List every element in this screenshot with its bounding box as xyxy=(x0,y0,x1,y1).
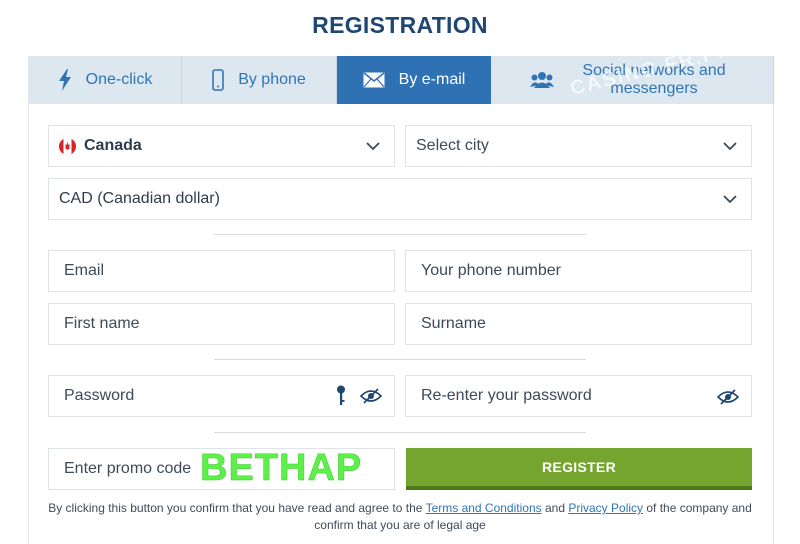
divider xyxy=(214,432,586,433)
password-field[interactable]: Password xyxy=(48,375,395,417)
email-field[interactable]: Email xyxy=(48,250,395,292)
tab-by-phone[interactable]: By phone xyxy=(182,56,337,104)
email-placeholder: Email xyxy=(64,262,105,279)
key-icon[interactable] xyxy=(336,385,346,407)
phone-placeholder: Your phone number xyxy=(421,262,561,279)
tab-one-click[interactable]: One-click xyxy=(29,56,182,104)
surname-placeholder: Surname xyxy=(421,315,486,332)
currency-value: CAD (Canadian dollar) xyxy=(59,190,220,207)
first-name-field[interactable]: First name xyxy=(48,303,395,345)
registration-tabs: One-click By phone By e-mail Social netw… xyxy=(29,34,774,104)
tab-by-email[interactable]: By e-mail xyxy=(337,56,491,104)
legal-notice: By clicking this button you confirm that… xyxy=(40,500,760,534)
promo-code-value: BETHAP xyxy=(200,447,363,490)
promo-placeholder: Enter promo code xyxy=(64,460,192,477)
password-placeholder: Password xyxy=(64,387,135,404)
page-title: REGISTRATION xyxy=(312,12,488,38)
eye-slash-icon[interactable] xyxy=(717,389,739,405)
first-name-placeholder: First name xyxy=(64,315,140,332)
privacy-policy-link[interactable]: Privacy Policy xyxy=(568,501,643,515)
reenter-password-field[interactable]: Re-enter your password xyxy=(405,375,752,417)
tab-label: One-click xyxy=(85,71,153,88)
chevron-down-icon xyxy=(366,139,380,158)
phone-icon xyxy=(212,69,224,91)
currency-select[interactable]: CAD (Canadian dollar) xyxy=(48,178,752,220)
legal-prefix: By clicking this button you confirm that… xyxy=(48,501,423,515)
envelope-icon xyxy=(363,72,385,88)
divider xyxy=(214,234,586,235)
reenter-password-placeholder: Re-enter your password xyxy=(421,387,592,404)
terms-link[interactable]: Terms and Conditions xyxy=(426,501,542,515)
canada-flag-icon xyxy=(59,137,76,155)
users-icon xyxy=(530,71,554,89)
country-value: Canada xyxy=(84,137,142,154)
phone-field[interactable]: Your phone number xyxy=(405,250,752,292)
legal-and: and xyxy=(544,501,565,515)
divider xyxy=(214,359,586,360)
country-select[interactable]: Canada xyxy=(48,125,395,167)
lightning-icon xyxy=(58,69,72,91)
chevron-down-icon xyxy=(723,139,737,158)
eye-slash-icon[interactable] xyxy=(360,388,382,404)
register-button[interactable]: REGISTER xyxy=(406,448,752,490)
surname-field[interactable]: Surname xyxy=(405,303,752,345)
tab-social-networks[interactable]: Social networks and messengers CASINO FR… xyxy=(491,34,774,104)
tab-label: By phone xyxy=(238,71,306,88)
city-select[interactable]: Select city xyxy=(405,125,752,167)
tab-label: Social networks and messengers xyxy=(582,62,726,97)
chevron-down-icon xyxy=(723,192,737,211)
city-placeholder: Select city xyxy=(416,137,489,154)
tab-label: By e-mail xyxy=(398,71,466,88)
